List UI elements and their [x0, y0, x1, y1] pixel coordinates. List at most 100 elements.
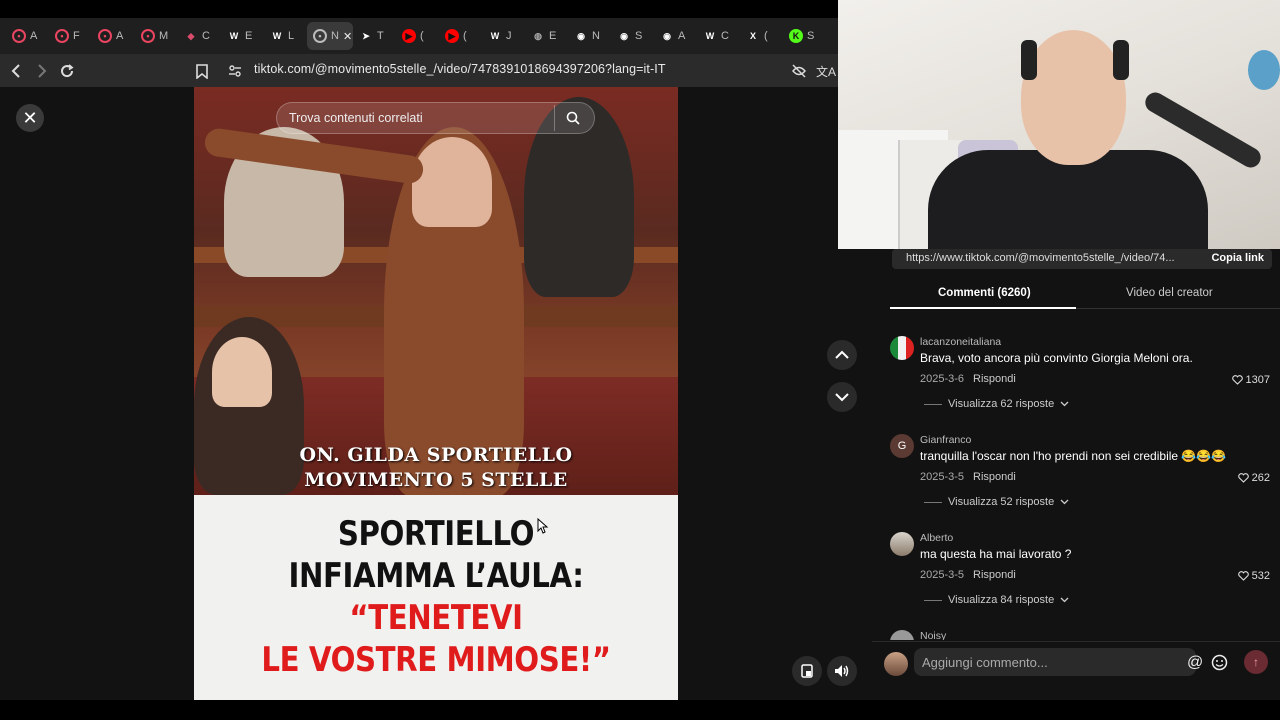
site-info-icon[interactable] — [224, 60, 246, 82]
like-count: 1307 — [1245, 374, 1270, 386]
browser-tab[interactable]: ➤ T — [353, 22, 396, 50]
comment-text: ma questa ha mai lavorato ? — [920, 547, 1072, 561]
volume-button[interactable] — [827, 656, 857, 686]
reply-button[interactable]: Rispondi — [973, 373, 1016, 385]
comment-username[interactable]: lacanzoneitaliana — [920, 336, 1001, 348]
next-video-button[interactable] — [827, 382, 857, 412]
comment-username[interactable]: Gianfranco — [920, 434, 971, 446]
view-replies-label: Visualizza 62 risposte — [948, 398, 1055, 410]
related-search-bar[interactable]: Trova contenuti correlati — [276, 102, 595, 134]
browser-tab[interactable]: • F — [49, 22, 92, 50]
play-icon: ➤ — [362, 30, 370, 41]
search-icon[interactable] — [554, 105, 590, 131]
comment-date: 2025-3-6 — [920, 373, 965, 385]
mention-icon[interactable]: @ — [1187, 654, 1203, 672]
like-button[interactable]: 532 — [1237, 570, 1270, 582]
search-placeholder: Trova contenuti correlati — [289, 111, 423, 125]
view-replies-button[interactable]: Visualizza 52 risposte — [924, 496, 1069, 508]
heart-icon — [1237, 473, 1249, 483]
tiktok-icon: • — [313, 29, 327, 43]
webcam-overlay — [838, 0, 1280, 249]
tab-title: S — [807, 30, 815, 42]
browser-tab[interactable]: KS — [783, 22, 826, 50]
browser-tab[interactable]: • A — [92, 22, 135, 50]
browser-tab[interactable]: • A — [6, 22, 49, 50]
avatar[interactable] — [890, 630, 914, 640]
comment-text: tranquilla l'oscar non l'ho prendi non s… — [920, 449, 1227, 463]
share-url[interactable]: https://www.tiktok.com/@movimento5stelle… — [906, 252, 1175, 264]
copy-link-button[interactable]: Copia link — [1211, 252, 1264, 264]
tracking-off-icon[interactable] — [788, 60, 810, 82]
close-video-button[interactable]: ✕ — [16, 104, 44, 132]
tab-creator-videos[interactable]: Video del creator — [1126, 287, 1213, 299]
video-player[interactable]: On. Gilda Sportiello Movimento 5 Stelle … — [194, 87, 678, 700]
reply-button[interactable]: Rispondi — [973, 569, 1016, 581]
wikipedia-icon: W — [490, 31, 500, 41]
send-comment-button[interactable]: ↑ — [1244, 650, 1268, 674]
view-replies-button[interactable]: Visualizza 62 risposte — [924, 398, 1069, 410]
tab-title: N — [592, 30, 600, 42]
comment-item: G Gianfranco tranquilla l'oscar non l'ho p… — [890, 434, 1270, 514]
browser-tab[interactable]: WL — [264, 22, 307, 50]
tiktok-icon: • — [12, 29, 26, 43]
active-tab-indicator — [890, 307, 1076, 309]
caption-party: Movimento 5 Stelle — [304, 469, 568, 491]
view-replies-label: Visualizza 52 risposte — [948, 496, 1055, 508]
video-frame: On. Gilda Sportiello Movimento 5 Stelle — [194, 87, 678, 497]
browser-tab[interactable]: WC — [697, 22, 740, 50]
bookmark-icon[interactable] — [191, 60, 213, 82]
avatar[interactable] — [890, 532, 914, 556]
translate-icon[interactable]: 文A — [815, 60, 837, 82]
close-tab-icon[interactable]: ✕ — [343, 30, 352, 43]
previous-video-button[interactable] — [827, 340, 857, 370]
comment-text: Brava, voto ancora più convinto Giorgia … — [920, 351, 1193, 365]
browser-tab[interactable]: ◉ S — [611, 22, 654, 50]
avatar-initial: G — [897, 440, 907, 452]
comment-username[interactable]: Noisy — [920, 630, 946, 640]
tiktok-icon: • — [141, 29, 155, 43]
browser-tab[interactable]: WE — [221, 22, 264, 50]
like-button[interactable]: 262 — [1237, 472, 1270, 484]
youtube-icon: ▶ — [445, 29, 459, 43]
browser-tab[interactable]: ▶( — [439, 22, 482, 50]
browser-tab[interactable]: ◍ E — [525, 22, 568, 50]
avatar[interactable]: G — [890, 434, 914, 458]
browser-tab[interactable]: • N ✕ — [307, 22, 353, 50]
like-count: 532 — [1251, 570, 1270, 582]
tab-title: A — [116, 30, 124, 42]
panel-tabs: Commenti (6260) Video del creator — [890, 279, 1280, 309]
tab-title: E — [245, 30, 253, 42]
tiktok-icon: • — [55, 29, 69, 43]
browser-tab[interactable]: ◉ N — [568, 22, 611, 50]
reply-button[interactable]: Rispondi — [973, 471, 1016, 483]
avatar[interactable] — [890, 336, 914, 360]
tab-title: S — [635, 30, 643, 42]
tab-comments[interactable]: Commenti (6260) — [938, 287, 1031, 299]
comment-username[interactable]: Alberto — [920, 532, 953, 544]
share-link-row: https://www.tiktok.com/@movimento5stelle… — [892, 249, 1272, 269]
heart-icon — [1231, 375, 1243, 385]
tab-title: A — [30, 30, 38, 42]
youtube-icon: ▶ — [402, 29, 416, 43]
tab-title: C — [202, 30, 210, 42]
like-button[interactable]: 1307 — [1231, 374, 1270, 386]
chevron-down-icon — [1060, 401, 1069, 407]
caption-name: On. Gilda Sportiello — [299, 444, 573, 466]
back-arrow-icon[interactable] — [6, 60, 28, 82]
emoji-icon[interactable] — [1211, 654, 1228, 671]
wordpress-icon: W — [272, 31, 282, 41]
view-replies-button[interactable]: Visualizza 84 risposte — [924, 594, 1069, 606]
browser-tab[interactable]: ▶( — [396, 22, 439, 50]
openai-icon: ◉ — [620, 30, 628, 41]
forward-arrow-icon[interactable] — [30, 60, 52, 82]
address-bar-url[interactable]: tiktok.com/@movimento5stelle_/video/7478… — [254, 62, 666, 76]
globe-icon: ◍ — [534, 30, 542, 41]
comment-input[interactable] — [914, 648, 1196, 676]
reload-icon[interactable] — [56, 60, 78, 82]
browser-tab[interactable]: WJ — [482, 22, 525, 50]
floating-player-button[interactable] — [792, 656, 822, 686]
browser-tab[interactable]: X( — [740, 22, 783, 50]
browser-tab[interactable]: ◉ A — [654, 22, 697, 50]
browser-tab[interactable]: ◆ C — [178, 22, 221, 50]
browser-tab[interactable]: • M — [135, 22, 178, 50]
